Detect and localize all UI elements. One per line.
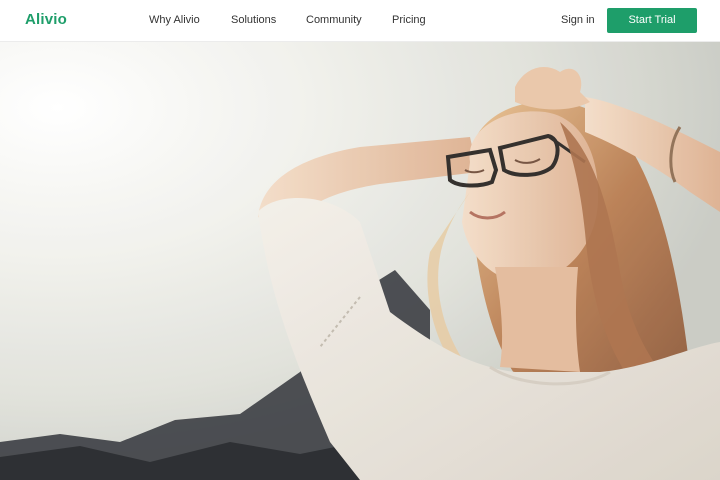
brand-logo[interactable]: Alivio — [25, 11, 67, 28]
hero-photo — [0, 42, 720, 480]
nav-link-why-alivio[interactable]: Why Alivio — [149, 14, 200, 26]
sign-in-link[interactable]: Sign in — [561, 14, 595, 26]
hero-image — [0, 42, 720, 480]
top-nav: Alivio Why Alivio Solutions Community Pr… — [0, 0, 720, 42]
nav-link-community[interactable]: Community — [306, 14, 362, 26]
start-trial-button[interactable]: Start Trial — [607, 8, 697, 33]
nav-link-pricing[interactable]: Pricing — [392, 14, 426, 26]
nav-link-solutions[interactable]: Solutions — [231, 14, 276, 26]
